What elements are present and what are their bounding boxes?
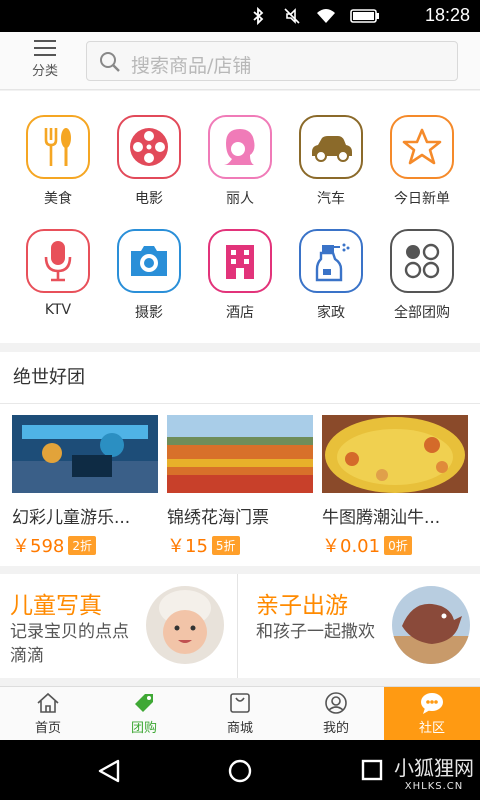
tag-icon bbox=[135, 694, 153, 712]
wifi-icon bbox=[317, 9, 335, 23]
dinosaur-photo bbox=[392, 586, 470, 664]
promo-subtitle: 记录宝贝的点点滴滴 bbox=[10, 622, 129, 666]
promo-family-trip[interactable]: 亲子出游 和孩子一起撒欢 bbox=[246, 574, 480, 678]
tab-home[interactable]: 首页 bbox=[0, 687, 96, 741]
watermark-text: 小狐狸网 bbox=[394, 756, 474, 780]
deal-name: 锦绣花海门票 bbox=[167, 508, 269, 528]
category-label: 美食 bbox=[44, 191, 72, 207]
baby-photo bbox=[146, 586, 224, 664]
star-icon bbox=[390, 115, 454, 179]
divider bbox=[237, 574, 238, 678]
category-label: 电影 bbox=[135, 191, 163, 207]
food-icon bbox=[26, 115, 90, 179]
category-hotel[interactable]: 酒店 bbox=[192, 229, 288, 339]
watermark-domain: XHLKS.CN bbox=[404, 781, 464, 792]
all-icon bbox=[390, 229, 454, 293]
back-icon[interactable] bbox=[96, 758, 122, 784]
category-new-today[interactable]: 今日新单 bbox=[374, 115, 470, 225]
bluetooth-icon bbox=[253, 6, 264, 26]
microphone-icon bbox=[26, 229, 90, 293]
category-label: 丽人 bbox=[226, 191, 254, 207]
promo-title: 亲子出游 bbox=[256, 593, 348, 619]
mute-icon bbox=[284, 8, 300, 24]
search-placeholder: 搜索商品/店铺 bbox=[131, 55, 252, 77]
category-photo[interactable]: 摄影 bbox=[101, 229, 197, 339]
category-label: 今日新单 bbox=[394, 191, 450, 207]
section-title: 绝世好团 bbox=[0, 352, 480, 404]
category-car[interactable]: 汽车 bbox=[283, 115, 379, 225]
chat-icon bbox=[421, 693, 443, 714]
deal-card[interactable]: 幻彩儿童游乐... ￥598 2折 bbox=[12, 415, 158, 558]
category-label: 摄影 bbox=[135, 305, 163, 321]
bag-icon bbox=[230, 693, 250, 713]
discount-badge: 5折 bbox=[211, 535, 240, 555]
camera-icon bbox=[117, 229, 181, 293]
tab-label: 首页 bbox=[34, 721, 61, 736]
category-beauty[interactable]: 丽人 bbox=[192, 115, 288, 225]
category-label: 汽车 bbox=[317, 191, 345, 207]
deal-price: ￥15 bbox=[167, 536, 208, 557]
category-grid: 美食 电影 丽人 汽车 今日新单 KTV 摄影 酒店 家政 全部团购 bbox=[0, 91, 480, 343]
promo-title: 儿童写真 bbox=[10, 593, 102, 619]
category-label: 分类 bbox=[31, 64, 58, 79]
home-icon bbox=[37, 692, 59, 713]
menu-icon bbox=[34, 40, 56, 58]
beauty-icon bbox=[208, 115, 272, 179]
tab-label: 商城 bbox=[226, 721, 253, 736]
deal-image bbox=[167, 415, 313, 493]
status-bar: 18:28 bbox=[0, 0, 480, 32]
watermark: 小狐狸网 XHLKS.CN bbox=[394, 752, 474, 792]
status-time: 18:28 bbox=[424, 5, 470, 25]
hot-deals-section: 绝世好团 幻彩儿童游乐... ￥598 2折 锦绣花海门票 ￥15 5折 牛图腾… bbox=[0, 352, 480, 566]
category-ktv[interactable]: KTV bbox=[10, 229, 106, 339]
home-button-icon[interactable] bbox=[227, 758, 253, 784]
top-header: 分类 搜索商品/店铺 bbox=[0, 32, 480, 90]
tab-label: 社区 bbox=[418, 721, 445, 736]
tab-group-buy[interactable]: 团购 bbox=[96, 687, 192, 741]
tab-mine[interactable]: 我的 bbox=[288, 687, 384, 741]
deal-name: 牛图腾潮汕牛... bbox=[322, 508, 441, 528]
category-label: 全部团购 bbox=[394, 305, 450, 321]
deal-image bbox=[322, 415, 468, 493]
deal-card[interactable]: 牛图腾潮汕牛... ￥0.01 0折 bbox=[322, 415, 468, 558]
category-label: 家政 bbox=[317, 305, 345, 321]
tab-mall[interactable]: 商城 bbox=[192, 687, 288, 741]
film-reel-icon bbox=[117, 115, 181, 179]
category-movie[interactable]: 电影 bbox=[101, 115, 197, 225]
car-icon bbox=[299, 115, 363, 179]
deal-name: 幻彩儿童游乐... bbox=[12, 508, 131, 528]
battery-icon bbox=[350, 9, 379, 23]
user-icon bbox=[325, 692, 347, 714]
discount-badge: 2折 bbox=[68, 535, 96, 555]
tab-label: 我的 bbox=[322, 721, 349, 736]
category-button[interactable]: 分类 bbox=[22, 38, 68, 86]
category-label: KTV bbox=[44, 302, 72, 318]
hotel-icon bbox=[208, 229, 272, 293]
promo-subtitle: 和孩子一起撒欢 bbox=[256, 622, 375, 642]
tab-community[interactable]: 社区 bbox=[384, 687, 480, 741]
category-label: 酒店 bbox=[226, 305, 254, 321]
deal-price: ￥0.01 bbox=[322, 536, 381, 557]
category-housekeeping[interactable]: 家政 bbox=[283, 229, 379, 339]
search-icon bbox=[100, 52, 120, 72]
tab-label: 团购 bbox=[130, 721, 157, 736]
deal-image bbox=[12, 415, 158, 493]
deal-card[interactable]: 锦绣花海门票 ￥15 5折 bbox=[167, 415, 313, 558]
discount-badge: 0折 bbox=[384, 535, 412, 555]
recents-icon[interactable] bbox=[360, 758, 384, 782]
promo-banners: 儿童写真 记录宝贝的点点滴滴 亲子出游 和孩子一起撒欢 bbox=[0, 574, 480, 678]
deal-price: ￥598 bbox=[12, 536, 65, 557]
category-all[interactable]: 全部团购 bbox=[374, 229, 470, 339]
spray-icon bbox=[299, 229, 363, 293]
category-food[interactable]: 美食 bbox=[10, 115, 106, 225]
bottom-tab-bar: 首页 团购 商城 我的 社区 bbox=[0, 686, 480, 741]
search-input[interactable]: 搜索商品/店铺 bbox=[86, 41, 458, 81]
promo-kids-photo[interactable]: 儿童写真 记录宝贝的点点滴滴 bbox=[0, 574, 237, 678]
system-nav-bar: 小狐狸网 XHLKS.CN bbox=[0, 740, 480, 800]
